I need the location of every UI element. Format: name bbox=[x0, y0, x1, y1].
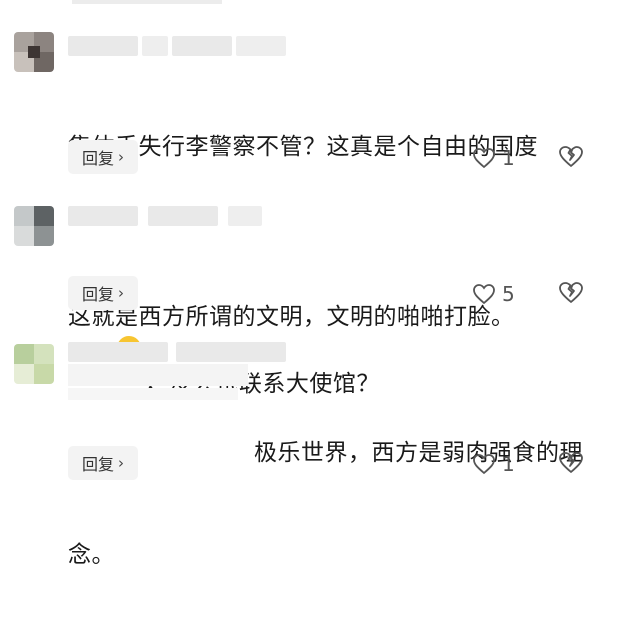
comment-item: 极乐世界，西方是弱肉强食的理 念。 回复 › 1 bbox=[0, 338, 640, 568]
heart-icon bbox=[473, 148, 495, 169]
like-button[interactable]: 1 bbox=[472, 449, 515, 479]
like-button[interactable]: 5 bbox=[472, 279, 515, 309]
chevron-right-icon: › bbox=[118, 284, 124, 302]
dislike-button[interactable] bbox=[558, 450, 586, 478]
comment-text: 极乐世界，西方是弱肉强食的理 念。 bbox=[68, 440, 583, 568]
avatar[interactable] bbox=[14, 32, 54, 72]
chevron-right-icon: › bbox=[118, 148, 124, 166]
dislike-button[interactable] bbox=[558, 280, 586, 308]
broken-heart-icon bbox=[559, 452, 583, 473]
like-button[interactable]: 1 bbox=[472, 143, 515, 173]
username-blurred[interactable] bbox=[68, 36, 288, 56]
like-count: 1 bbox=[502, 146, 515, 170]
reply-button[interactable]: 回复 › bbox=[68, 446, 138, 480]
like-count: 5 bbox=[502, 282, 515, 306]
heart-icon bbox=[473, 284, 495, 305]
dislike-button[interactable] bbox=[558, 144, 586, 172]
comment-item: 集体丢失行李警察不管？这真是个自由的国度 ，没尝试联系大使馆？ 回复 › 1 bbox=[0, 30, 640, 397]
username-blurred[interactable] bbox=[68, 206, 268, 226]
username-blurred[interactable] bbox=[68, 342, 288, 362]
broken-heart-icon bbox=[559, 146, 583, 167]
reply-button[interactable]: 回复 › bbox=[68, 140, 138, 174]
reply-button[interactable]: 回复 › bbox=[68, 276, 138, 310]
avatar[interactable] bbox=[14, 206, 54, 246]
broken-heart-icon bbox=[559, 282, 583, 303]
chevron-right-icon: › bbox=[118, 454, 124, 472]
like-count: 1 bbox=[502, 452, 515, 476]
comment-item: 这就是西方所谓的文明，文明的啪啪打脸。 回复 › 5 bbox=[0, 200, 640, 330]
avatar[interactable] bbox=[14, 344, 54, 384]
heart-icon bbox=[473, 454, 495, 475]
previous-comment-remnant bbox=[72, 0, 222, 4]
